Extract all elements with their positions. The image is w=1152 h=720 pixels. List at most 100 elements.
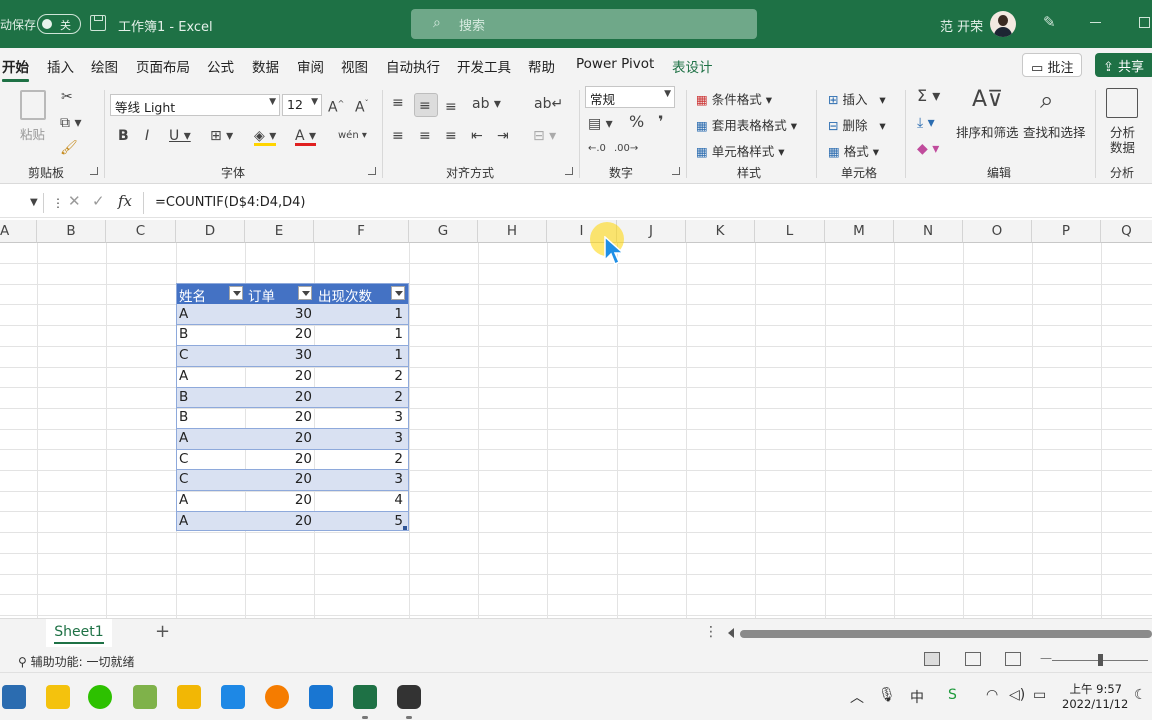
cell-name[interactable]: B — [179, 409, 188, 425]
tab-help[interactable]: 帮助 — [528, 56, 555, 76]
column-header-b[interactable]: B — [37, 220, 106, 243]
wrap-text-icon[interactable]: ab↵ — [534, 97, 563, 111]
avatar[interactable] — [990, 11, 1016, 37]
column-header-o[interactable]: O — [963, 220, 1032, 243]
align-left-icon[interactable]: ≡ — [392, 129, 404, 143]
cell-count[interactable]: 4 — [314, 492, 403, 508]
increase-font-icon[interactable]: A^ — [328, 97, 344, 115]
cell-name[interactable]: C — [179, 451, 188, 467]
page-break-view-icon[interactable] — [1005, 652, 1021, 666]
minimize-icon[interactable] — [1090, 22, 1101, 23]
cell-name[interactable]: A — [179, 513, 188, 529]
tab-page-layout[interactable]: 页面布局 — [136, 56, 190, 76]
align-top-icon[interactable]: ≡ — [392, 96, 404, 110]
cell-order[interactable]: 30 — [244, 347, 312, 363]
insert-cells-button[interactable]: ⊞ 插入 ▾ — [828, 89, 886, 108]
cell-order[interactable]: 20 — [244, 409, 312, 425]
fill-icon[interactable]: ⤓ ▾ — [917, 116, 935, 130]
number-format-select[interactable]: 常规 ▼ — [585, 86, 675, 108]
cell-order[interactable]: 20 — [244, 451, 312, 467]
excel-icon[interactable] — [353, 685, 377, 709]
align-bottom-icon[interactable]: ≡ — [445, 100, 457, 114]
mail-icon[interactable] — [309, 685, 333, 709]
paste-icon[interactable] — [20, 90, 46, 120]
accounting-format-icon[interactable]: ▤ ▾ — [588, 117, 613, 131]
paste-label[interactable]: 粘贴 — [20, 124, 45, 143]
save-app-icon[interactable] — [2, 685, 26, 709]
decrease-indent-icon[interactable]: ⇤ — [471, 129, 483, 143]
cell-name[interactable]: A — [179, 492, 188, 508]
tab-insert[interactable]: 插入 — [47, 56, 74, 76]
app-icon[interactable] — [133, 685, 157, 709]
pen-icon[interactable]: ✎ — [1043, 13, 1056, 31]
sort-filter-label[interactable]: 排序和筛选 — [956, 122, 1019, 141]
scroll-left-icon[interactable] — [728, 628, 734, 638]
number-launcher-icon[interactable] — [672, 167, 680, 175]
tab-automate[interactable]: 自动执行 — [386, 56, 440, 76]
cell-order[interactable]: 30 — [244, 306, 312, 322]
cell-order[interactable]: 20 — [244, 326, 312, 342]
file-explorer-icon[interactable] — [177, 685, 201, 709]
cell-styles-button[interactable]: ▦ 单元格样式 ▾ — [696, 141, 785, 160]
delete-cells-button[interactable]: ⊟ 删除 ▾ — [828, 115, 886, 134]
font-size-select[interactable]: 12 ▼ — [282, 94, 322, 116]
chevron-up-icon[interactable]: ︿ — [850, 687, 864, 707]
enter-icon[interactable]: ✓ — [92, 192, 105, 210]
input-method-icon[interactable]: 中 — [910, 687, 924, 707]
cell-count[interactable]: 3 — [314, 471, 403, 487]
cell-name[interactable]: B — [179, 326, 188, 342]
cell-count[interactable]: 1 — [314, 347, 403, 363]
battery-icon[interactable]: ▭ — [1033, 687, 1046, 703]
more-options-icon[interactable]: ⋮ — [704, 624, 718, 640]
insert-function-icon[interactable]: fx — [118, 192, 132, 210]
cell-name[interactable]: B — [179, 389, 188, 405]
cell-order[interactable]: 20 — [244, 389, 312, 405]
search-box[interactable]: ⌕ 搜索 — [411, 9, 757, 39]
cell-name[interactable]: C — [179, 347, 188, 363]
column-header-m[interactable]: M — [825, 220, 894, 243]
cell-order[interactable]: 20 — [244, 492, 312, 508]
border-icon[interactable]: ⊞ ▾ — [210, 129, 233, 143]
cell-order[interactable]: 20 — [244, 368, 312, 384]
find-select-icon[interactable]: ⌕ — [1040, 88, 1053, 112]
analyze-data-icon[interactable] — [1106, 88, 1138, 118]
cell-name[interactable]: C — [179, 471, 188, 487]
maximize-icon[interactable] — [1139, 17, 1150, 28]
add-sheet-icon[interactable]: + — [155, 621, 170, 642]
name-box[interactable]: ▼ — [0, 193, 44, 213]
cancel-icon[interactable]: ✕ — [68, 192, 81, 210]
column-header-n[interactable]: N — [894, 220, 963, 243]
cell-name[interactable]: A — [179, 430, 188, 446]
clear-icon[interactable]: ◆ ▾ — [917, 142, 939, 156]
tab-formulas[interactable]: 公式 — [207, 56, 234, 76]
microphone-icon[interactable]: 🎙 — [878, 687, 896, 703]
increase-decimal-icon[interactable]: ←.0 — [588, 142, 606, 156]
volume-icon[interactable]: ◁) — [1009, 687, 1025, 703]
zoom-out-icon[interactable]: — — [1040, 651, 1052, 665]
find-select-label[interactable]: 查找和选择 — [1023, 122, 1086, 141]
tab-table-design[interactable]: 表设计 — [672, 56, 713, 76]
tab-review[interactable]: 审阅 — [297, 56, 324, 76]
bold-icon[interactable]: B — [118, 129, 129, 143]
column-header-l[interactable]: L — [755, 220, 825, 243]
merge-center-icon[interactable]: ⊟ ▾ — [533, 129, 556, 143]
header-name[interactable]: 姓名 — [179, 285, 206, 305]
font-launcher-icon[interactable] — [368, 167, 376, 175]
cell-order[interactable]: 20 — [244, 430, 312, 446]
column-header-k[interactable]: K — [686, 220, 755, 243]
phonetic-icon[interactable]: wén ▾ — [338, 129, 367, 143]
cell-count[interactable]: 1 — [314, 326, 403, 342]
cell-order[interactable]: 20 — [244, 471, 312, 487]
comma-style-icon[interactable]: ❜ — [658, 114, 664, 130]
cell-count[interactable]: 2 — [314, 451, 403, 467]
accessibility-status[interactable]: ⚲ 辅助功能: 一切就绪 — [18, 653, 134, 670]
percent-icon[interactable]: % — [629, 114, 644, 130]
search-app-icon[interactable] — [265, 685, 289, 709]
filter-dropdown-icon[interactable] — [391, 286, 405, 300]
horizontal-scrollbar[interactable] — [740, 630, 1152, 638]
autosave-toggle[interactable]: 关 — [37, 14, 81, 34]
photos-icon[interactable] — [221, 685, 245, 709]
column-header-j[interactable]: J — [617, 220, 686, 243]
cell-name[interactable]: A — [179, 306, 188, 322]
italic-icon[interactable]: I — [145, 129, 149, 143]
